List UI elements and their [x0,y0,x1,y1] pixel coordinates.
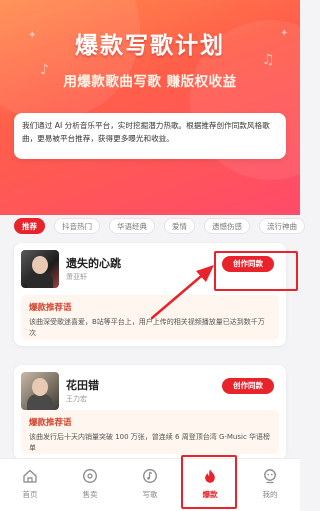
song-card[interactable]: 花田错 王力宏 创作同款 爆款推荐语 该曲发行后十天内销量突破 100 万张，曾… [14,365,286,460]
tabbar-label: 写歌 [142,490,158,499]
tab-recommend[interactable]: 推荐 [14,218,45,234]
annotation-highlight-box [214,251,298,291]
tab-love[interactable]: 爱情 [164,218,195,234]
tabbar-write[interactable]: 写歌 [120,459,180,511]
recommendation-title: 爆款推荐语 [29,418,72,428]
song-artist: 萧亚轩 [66,273,87,281]
user-icon [264,469,276,484]
music-note-icon [143,469,157,483]
hero-title: 爆款写歌计划 [75,33,225,59]
tabbar-label: 首页 [22,490,38,499]
sparkle-icon: ✦ [280,28,289,39]
annotation-highlight-box [181,455,237,509]
hero-banner: ✦ ✦ ♪ ♫ 爆款写歌计划 用爆款歌曲写歌 赚版权收益 [0,0,300,215]
tab-chinese-classic[interactable]: 华语经典 [109,218,155,234]
song-title: 花田错 [66,379,99,392]
album-cover [21,250,59,288]
tabbar-me[interactable]: 我的 [240,459,300,511]
song-title: 遗失的心跳 [66,257,121,270]
tabbar-label: 售卖 [82,490,98,499]
tabbar-home[interactable]: 首页 [0,459,60,511]
annotation-arrow-icon [150,265,214,320]
recommendation-box: 爆款推荐语 该曲发行后十天内销量突破 100 万张，曾连续 6 周登顶台湾 G-… [21,410,279,454]
album-cover [21,372,59,410]
song-artist: 王力宏 [66,395,87,403]
intro-card: 我们通过 AI 分析音乐平台，实时挖掘潜力热歌。根据推荐创作同款风格歌曲，更易被… [14,113,286,159]
tab-sad[interactable]: 遗憾伤感 [204,218,250,234]
category-tabs: 推荐 抖音热门 华语经典 爱情 遗憾伤感 流行神曲 [14,218,305,234]
hero-subtitle: 用爆款歌曲写歌 赚版权收益 [63,74,237,90]
tabbar-label: 我的 [262,490,278,499]
tabbar-sell[interactable]: 售卖 [60,459,120,511]
home-icon [23,469,37,483]
vinyl-icon [83,469,97,483]
bottom-tab-bar: 首页 售卖 写歌 爆款 我的 [0,458,300,511]
create-same-button[interactable]: 创作同款 [222,378,274,394]
recommendation-text: 该曲发行后十天内销量突破 100 万张，曾连续 6 周登顶台湾 G-Music … [29,433,271,452]
tab-pop-hits[interactable]: 流行神曲 [259,218,305,234]
tab-douyin-hot[interactable]: 抖音热门 [54,218,100,234]
music-note-decor-icon: ♫ [262,52,275,68]
